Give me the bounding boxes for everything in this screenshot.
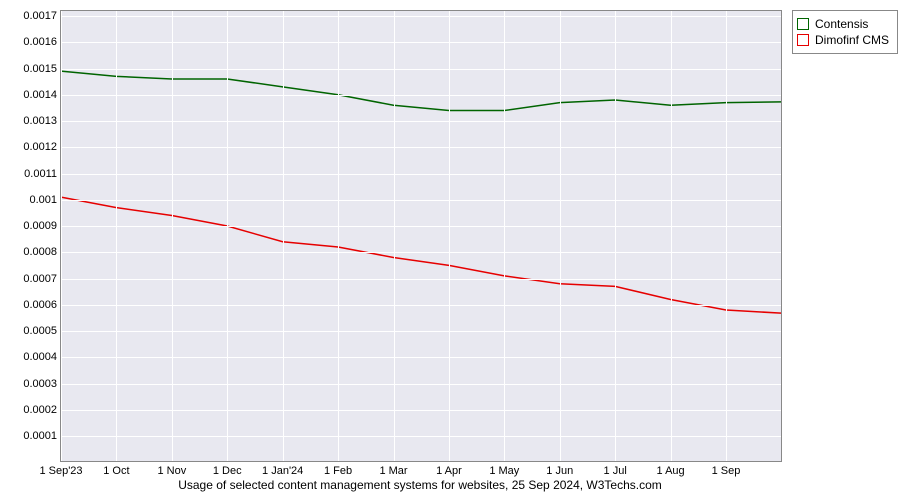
chart-lines (61, 11, 781, 461)
gridline-horizontal (61, 42, 781, 43)
gridline-horizontal (61, 16, 781, 17)
gridline-horizontal (61, 95, 781, 96)
y-tick-label: 0.001 (29, 194, 61, 206)
y-tick-label: 0.0003 (23, 378, 61, 390)
y-tick-label: 0.0006 (23, 299, 61, 311)
y-tick-label: 0.0007 (23, 273, 61, 285)
gridline-horizontal (61, 226, 781, 227)
y-tick-label: 0.0014 (23, 89, 61, 101)
gridline-horizontal (61, 279, 781, 280)
y-tick-label: 0.0013 (23, 115, 61, 127)
chart-legend: Contensis Dimofinf CMS (792, 10, 898, 54)
y-tick-label: 0.0015 (23, 63, 61, 75)
gridline-vertical (615, 11, 616, 461)
legend-swatch-icon (797, 18, 809, 30)
gridline-horizontal (61, 331, 781, 332)
y-tick-label: 0.0008 (23, 246, 61, 258)
gridline-horizontal (61, 147, 781, 148)
x-tick-label: 1 Feb (324, 461, 352, 477)
y-tick-label: 0.0012 (23, 141, 61, 153)
gridline-horizontal (61, 436, 781, 437)
gridline-horizontal (61, 200, 781, 201)
gridline-vertical (283, 11, 284, 461)
gridline-horizontal (61, 384, 781, 385)
gridline-horizontal (61, 305, 781, 306)
gridline-vertical (449, 11, 450, 461)
legend-item: Contensis (797, 17, 889, 31)
y-tick-label: 0.0002 (23, 404, 61, 416)
x-tick-label: 1 Sep (712, 461, 741, 477)
gridline-horizontal (61, 174, 781, 175)
gridline-vertical (338, 11, 339, 461)
gridline-horizontal (61, 252, 781, 253)
x-tick-label: 1 Mar (379, 461, 407, 477)
series-line (61, 197, 781, 313)
gridline-vertical (671, 11, 672, 461)
y-tick-label: 0.0017 (23, 10, 61, 22)
gridline-horizontal (61, 121, 781, 122)
x-tick-label: 1 Jul (604, 461, 627, 477)
x-tick-label: 1 Oct (103, 461, 129, 477)
y-tick-label: 0.0011 (24, 168, 61, 180)
gridline-vertical (504, 11, 505, 461)
gridline-horizontal (61, 410, 781, 411)
gridline-horizontal (61, 69, 781, 70)
gridline-vertical (560, 11, 561, 461)
legend-swatch-icon (797, 34, 809, 46)
y-tick-label: 0.0005 (23, 325, 61, 337)
x-tick-label: 1 Dec (213, 461, 242, 477)
series-line (61, 71, 781, 110)
legend-label: Contensis (815, 17, 868, 31)
x-tick-label: 1 Apr (436, 461, 462, 477)
gridline-vertical (227, 11, 228, 461)
y-tick-label: 0.0009 (23, 220, 61, 232)
y-tick-label: 0.0001 (23, 430, 61, 442)
y-tick-label: 0.0004 (23, 351, 61, 363)
y-tick-label: 0.0016 (23, 36, 61, 48)
chart-plot-area: 0.00010.00020.00030.00040.00050.00060.00… (60, 10, 782, 462)
gridline-horizontal (61, 357, 781, 358)
x-tick-label: 1 Jan'24 (262, 461, 303, 477)
gridline-vertical (61, 11, 62, 461)
gridline-vertical (172, 11, 173, 461)
chart-caption: Usage of selected content management sys… (60, 478, 780, 492)
legend-label: Dimofinf CMS (815, 33, 889, 47)
x-tick-label: 1 Nov (157, 461, 186, 477)
x-tick-label: 1 Jun (546, 461, 573, 477)
gridline-vertical (726, 11, 727, 461)
gridline-vertical (116, 11, 117, 461)
x-tick-label: 1 Aug (657, 461, 685, 477)
x-tick-label: 1 Sep'23 (39, 461, 82, 477)
gridline-vertical (394, 11, 395, 461)
legend-item: Dimofinf CMS (797, 33, 889, 47)
x-tick-label: 1 May (489, 461, 519, 477)
